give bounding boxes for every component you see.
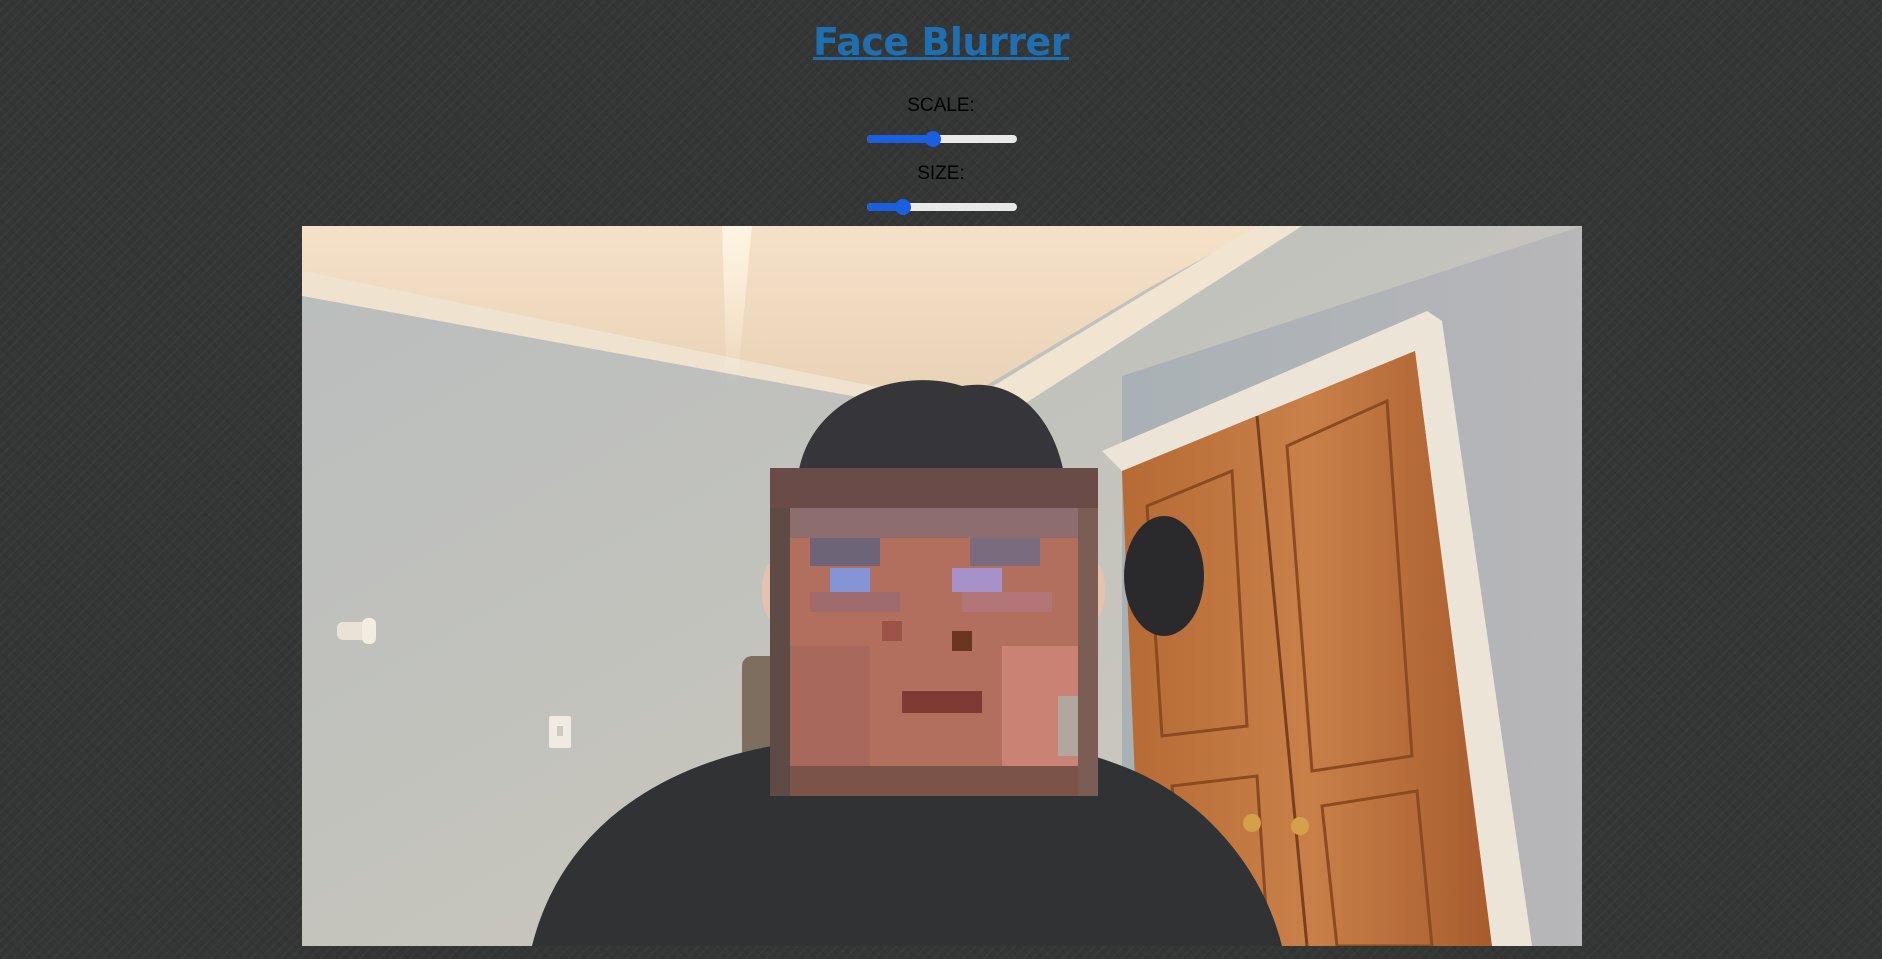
size-slider-thumb[interactable]: [895, 199, 911, 215]
scale-label: SCALE:: [907, 95, 975, 116]
size-label: SIZE:: [917, 163, 965, 184]
scale-slider-fill: [867, 135, 933, 143]
scale-slider-thumb[interactable]: [925, 131, 941, 147]
pixelated-face: [770, 468, 1098, 796]
title-link[interactable]: Face Blurrer: [813, 20, 1069, 64]
scale-slider[interactable]: [867, 131, 1017, 147]
webcam-frame: [302, 226, 1582, 946]
size-slider[interactable]: [867, 199, 1017, 215]
webcam-video: [302, 226, 1582, 946]
page-title: Face Blurrer: [0, 20, 1882, 64]
